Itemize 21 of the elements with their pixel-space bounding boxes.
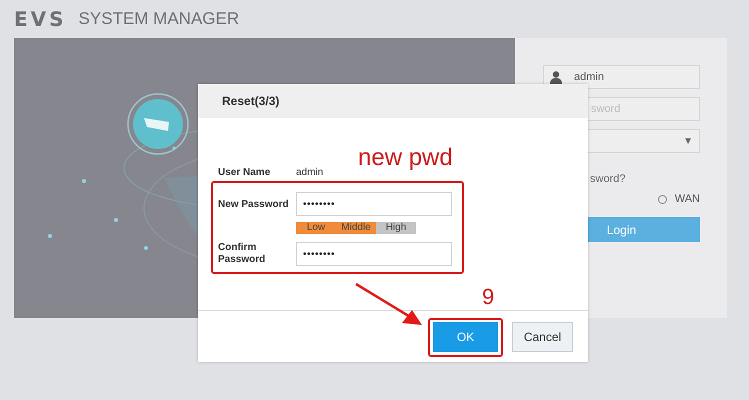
- cancel-button[interactable]: Cancel: [512, 322, 573, 352]
- field-label: User Name: [218, 167, 272, 178]
- forgot-password-link[interactable]: sword?: [590, 173, 727, 185]
- app-title: SYSTEM MANAGER: [78, 9, 240, 29]
- wan-radio[interactable]: [658, 194, 667, 204]
- field-label: New Password: [218, 198, 290, 210]
- password-field[interactable]: ••••••••: [296, 192, 452, 216]
- radio-label: WAN: [674, 193, 700, 205]
- confirm-password-field[interactable]: ••••••••: [296, 242, 452, 266]
- annotation-note: new pwd: [358, 144, 453, 172]
- step-number: 9: [482, 284, 494, 310]
- annotation-arrow: [355, 282, 422, 325]
- user-name-value: admin: [296, 167, 324, 178]
- username-field[interactable]: admin: [543, 65, 700, 89]
- dialog-title: Reset(3/3): [222, 94, 280, 108]
- strength-segment: High: [376, 222, 416, 234]
- field-label: Confirm Password: [218, 242, 266, 266]
- strength-segment: Low: [296, 222, 336, 234]
- strength-segment: Middle: [336, 222, 376, 234]
- logo: EVS: [14, 7, 67, 31]
- user-icon: [550, 70, 562, 84]
